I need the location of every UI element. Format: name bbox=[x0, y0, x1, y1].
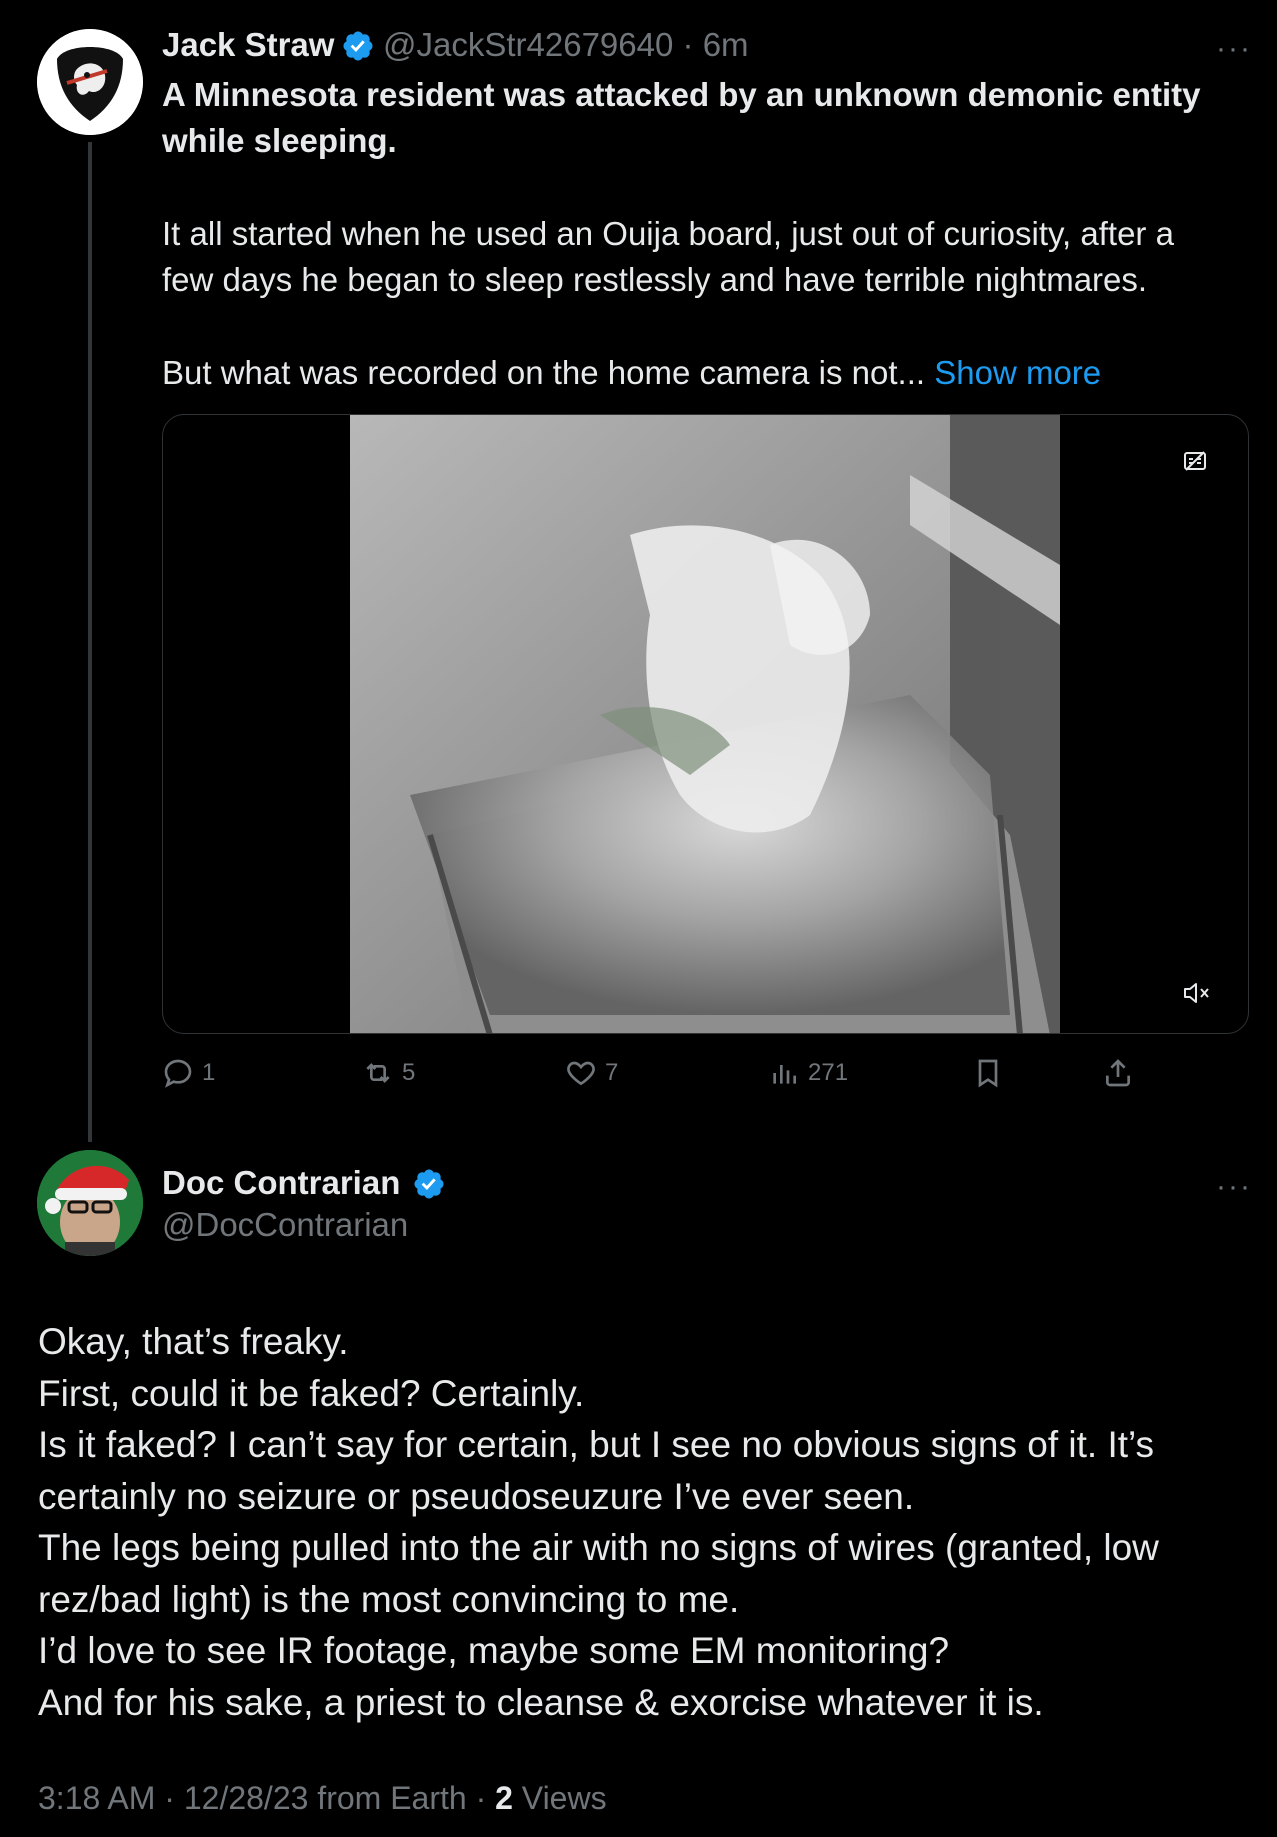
headline-line: while sleeping. bbox=[162, 122, 397, 159]
reply-icon bbox=[164, 1059, 192, 1088]
body-line: But what was recorded on the home camera… bbox=[162, 354, 926, 391]
tweet-body: It all started when he used an Ouija boa… bbox=[162, 211, 1242, 303]
mute-icon[interactable] bbox=[1183, 981, 1211, 1005]
video-player[interactable] bbox=[162, 414, 1249, 1034]
headline-line: A Minnesota resident was attacked by an … bbox=[162, 76, 1201, 113]
repost-button[interactable]: 5 bbox=[362, 1052, 415, 1094]
reply-line: Okay, that’s freaky. bbox=[38, 1321, 349, 1362]
reply-line: rez/bad light) is the most convincing to… bbox=[38, 1578, 740, 1620]
tweet-more-button[interactable]: ··· bbox=[1216, 34, 1252, 64]
body-line: It all started when he used an Ouija boa… bbox=[162, 215, 1174, 252]
shield-logo-icon bbox=[37, 29, 143, 135]
share-button[interactable] bbox=[1102, 1052, 1134, 1094]
reply-body: Okay, that’s freaky. First, could it be … bbox=[38, 1316, 1248, 1728]
meta-views-count[interactable]: 2 bbox=[495, 1780, 513, 1816]
reply-metadata: 3:18 AM · 12/28/23 from Earth · 2 Views bbox=[38, 1780, 607, 1817]
tweet-time: 6m bbox=[702, 26, 749, 63]
views-icon bbox=[773, 1065, 796, 1084]
like-button[interactable]: 7 bbox=[565, 1052, 618, 1094]
jack-straw-avatar[interactable] bbox=[37, 29, 143, 135]
meta-views-label[interactable]: Views bbox=[522, 1780, 607, 1816]
tweet-handle[interactable]: @JackStr42679640 · 6m bbox=[383, 26, 749, 64]
tweet-headline: A Minnesota resident was attacked by an … bbox=[162, 72, 1242, 164]
reply-line: Is it faked? I can’t say for certain, bu… bbox=[38, 1424, 1155, 1465]
meta-separator: · bbox=[475, 1780, 487, 1816]
meta-separator: · bbox=[164, 1780, 175, 1816]
tweet-action-bar: 1 5 7 271 bbox=[162, 1052, 1162, 1094]
verified-badge-icon bbox=[414, 1169, 444, 1199]
reply-line: I’d love to see IR footage, maybe some E… bbox=[38, 1630, 950, 1671]
verified-badge-icon bbox=[343, 31, 373, 61]
bookmark-icon bbox=[978, 1059, 998, 1088]
show-more-link[interactable]: Show more bbox=[934, 354, 1101, 391]
captions-icon[interactable] bbox=[1183, 449, 1207, 473]
reply-author-name[interactable]: Doc Contrarian bbox=[162, 1164, 400, 1202]
reply-count: 1 bbox=[202, 1059, 216, 1086]
repost-icon bbox=[366, 1063, 390, 1083]
doc-contrarian-avatar[interactable] bbox=[37, 1150, 143, 1256]
meta-date[interactable]: 12/28/23 from Earth bbox=[184, 1780, 467, 1816]
video-frame[interactable] bbox=[350, 415, 1060, 1034]
santa-hat-portrait-icon bbox=[37, 1150, 143, 1256]
views-count: 271 bbox=[808, 1059, 849, 1086]
reply-line: And for his sake, a priest to cleanse & … bbox=[38, 1681, 1044, 1723]
tweet-body-continued: But what was recorded on the home camera… bbox=[162, 350, 1242, 396]
repost-count: 5 bbox=[402, 1059, 416, 1086]
like-count: 7 bbox=[605, 1059, 619, 1086]
views-button[interactable]: 271 bbox=[768, 1052, 848, 1094]
thread-line bbox=[88, 142, 92, 1142]
tweet-author-name[interactable]: Jack Straw bbox=[162, 26, 334, 64]
body-line: few days he began to sleep restlessly an… bbox=[162, 261, 1148, 298]
like-icon bbox=[567, 1061, 595, 1086]
reply-line: certainly no seizure or pseudoseuzure I’… bbox=[38, 1475, 915, 1517]
meta-time[interactable]: 3:18 AM bbox=[38, 1780, 155, 1816]
share-icon bbox=[1106, 1059, 1130, 1087]
reply-handle[interactable]: @DocContrarian bbox=[162, 1206, 408, 1244]
time-separator: · bbox=[682, 26, 694, 63]
reply-more-button[interactable]: ··· bbox=[1216, 1172, 1252, 1202]
tweet-handle-text: @JackStr42679640 bbox=[383, 26, 674, 63]
reply-line: First, could it be faked? Certainly. bbox=[38, 1372, 585, 1414]
reply-line: The legs being pulled into the air with … bbox=[38, 1527, 1159, 1568]
bookmark-button[interactable] bbox=[972, 1052, 1004, 1094]
reply-button[interactable]: 1 bbox=[162, 1052, 215, 1094]
